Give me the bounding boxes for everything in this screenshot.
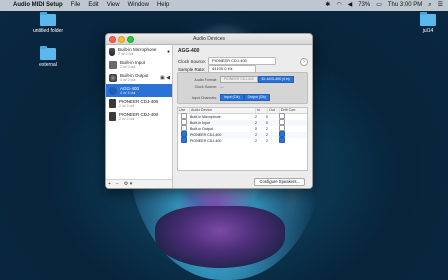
add-device-button[interactable]: + bbox=[108, 181, 111, 187]
folder-icon bbox=[420, 12, 436, 26]
aggregate-device-icon bbox=[109, 86, 117, 95]
table-cell-out: 2 bbox=[266, 139, 268, 143]
device-channels: 2 in/ 0 out bbox=[118, 51, 134, 56]
configure-speakers-button[interactable]: Configure Speakers... bbox=[254, 178, 305, 186]
clock-source-label: Clock Source: bbox=[178, 58, 207, 64]
drift-checkbox-checked[interactable] bbox=[279, 137, 285, 143]
input-icon bbox=[109, 60, 117, 69]
clock-source-row: Clock Source: PIONEER CDJ-400 bbox=[178, 57, 276, 65]
menu-edit[interactable]: Edit bbox=[88, 0, 98, 11]
usb-device-icon bbox=[109, 112, 116, 121]
remove-device-button[interactable]: − bbox=[116, 181, 119, 187]
battery-percent[interactable]: 73% bbox=[358, 0, 370, 11]
menu-app-name[interactable]: Audio MIDI Setup bbox=[13, 0, 63, 11]
device-detail-pane: AGG-400 Clock Source: PIONEER CDJ-400 Sa… bbox=[173, 45, 312, 188]
desktop-folder-external[interactable]: external bbox=[22, 46, 74, 68]
wallpaper-rock bbox=[155, 206, 285, 268]
menu-view[interactable]: View bbox=[107, 0, 120, 11]
desktop-icon-label: untitled folder bbox=[32, 28, 64, 34]
format-row-label: Input Channels: bbox=[191, 95, 217, 100]
speaker-icon bbox=[109, 73, 117, 82]
device-channels: 2 in/ 2 out bbox=[119, 103, 135, 108]
desktop-folder-untitled[interactable]: untitled folder bbox=[22, 12, 74, 34]
device-title: AGG-400 bbox=[178, 48, 200, 54]
bluetooth-icon[interactable]: ✱ bbox=[325, 0, 330, 11]
format-row-label: Clock Source: bbox=[194, 85, 217, 89]
format-row: Audio Format: PIONEER CDJ-400 ID: AGG-40… bbox=[181, 76, 294, 83]
format-panel: Audio Format: PIONEER CDJ-400 ID: AGG-40… bbox=[177, 72, 308, 104]
actions-menu-button[interactable]: ⚙ ▾ bbox=[124, 181, 132, 187]
help-button[interactable]: ? bbox=[300, 58, 308, 66]
folder-icon bbox=[40, 12, 56, 26]
device-list: Built-in Microphone 2 in/ 0 out ● Built-… bbox=[106, 45, 173, 188]
battery-icon[interactable]: ▭ bbox=[376, 0, 382, 11]
desktop-icon-label: jul14 bbox=[422, 28, 434, 34]
device-item[interactable]: PIONEER CDJ-400 2 in/ 2 out bbox=[106, 97, 172, 110]
device-channels: 2 in/ 2 out bbox=[119, 116, 135, 121]
zoom-button[interactable] bbox=[127, 36, 134, 43]
table-cell-device: PIONEER CDJ-400 bbox=[190, 139, 222, 143]
device-indicator: ● bbox=[166, 48, 170, 55]
device-indicator: ▣ ◀ bbox=[160, 74, 170, 81]
volume-icon[interactable]: ◀ bbox=[348, 0, 353, 11]
device-item-selected[interactable]: AGG-400 4 in/ 4 out bbox=[106, 84, 172, 97]
device-item[interactable]: Built-in Input 2 in/ 0 out bbox=[106, 58, 172, 71]
audio-devices-window: Audio Devices Built-in Microphone 2 in/ … bbox=[105, 33, 313, 189]
device-item[interactable]: PIONEER CDJ-400 2 in/ 2 out bbox=[106, 110, 172, 123]
window-titlebar[interactable]: Audio Devices bbox=[106, 34, 312, 45]
device-channels: 2 in/ 0 out bbox=[120, 64, 136, 69]
desktop-icon-label: external bbox=[39, 62, 57, 68]
clock-source-select[interactable]: PIONEER CDJ-400 bbox=[208, 57, 276, 65]
microphone-icon bbox=[109, 47, 115, 56]
clock[interactable]: Thu 3:00 PM bbox=[388, 0, 422, 11]
format-segment-right[interactable]: Output (Clk) bbox=[243, 94, 270, 101]
device-item[interactable]: Built-in Microphone 2 in/ 0 out ● bbox=[106, 45, 172, 58]
menu-bar: Audio MIDI Setup File Edit View Window H… bbox=[0, 0, 448, 11]
device-channels: 4 in/ 4 out bbox=[120, 90, 136, 95]
desktop-drive-jul14[interactable]: jul14 bbox=[402, 12, 448, 34]
device-item[interactable]: Built-in Output 0 in/ 2 out ▣ ◀ bbox=[106, 71, 172, 84]
format-row-label: Audio Format: bbox=[194, 77, 217, 82]
window-title: Audio Devices bbox=[193, 36, 225, 42]
usb-device-icon bbox=[109, 99, 116, 108]
column-header[interactable]: In bbox=[256, 108, 268, 113]
sample-rate-label: Sample Rate: bbox=[178, 66, 206, 72]
menu-file[interactable]: File bbox=[71, 0, 81, 11]
menu-help[interactable]: Help bbox=[157, 0, 169, 11]
format-row-value: — bbox=[220, 85, 224, 89]
device-channels: 0 in/ 2 out bbox=[120, 77, 136, 82]
table-row[interactable]: PIONEER CDJ-400 2 2 bbox=[178, 137, 307, 144]
subdevice-table: Use Audio Device In Out Drift Corr. Buil… bbox=[177, 107, 308, 171]
minimize-button[interactable] bbox=[118, 36, 125, 43]
column-header[interactable]: Audio Device bbox=[190, 108, 256, 113]
format-row: Clock Source: — bbox=[181, 85, 224, 89]
folder-icon bbox=[40, 46, 56, 60]
sidebar-toolbar: + − ⚙ ▾ bbox=[106, 179, 172, 188]
format-segment-right[interactable]: ID: AGG-400 (4 in) bbox=[257, 76, 294, 83]
menu-window[interactable]: Window bbox=[128, 0, 149, 11]
menu-list-icon[interactable]: ☰ bbox=[438, 0, 443, 11]
close-button[interactable] bbox=[109, 36, 116, 43]
format-row: Input Channels: Input (Clk) Output (Clk) bbox=[181, 94, 270, 101]
use-checkbox-checked[interactable] bbox=[181, 137, 187, 143]
table-cell-in: 2 bbox=[255, 139, 257, 143]
wifi-icon[interactable]: ◠ bbox=[336, 0, 341, 11]
format-segment-left[interactable]: PIONEER CDJ-400 bbox=[220, 76, 258, 83]
format-segment-left[interactable]: Input (Clk) bbox=[220, 94, 244, 101]
search-icon[interactable]: ⌕ bbox=[428, 0, 431, 11]
